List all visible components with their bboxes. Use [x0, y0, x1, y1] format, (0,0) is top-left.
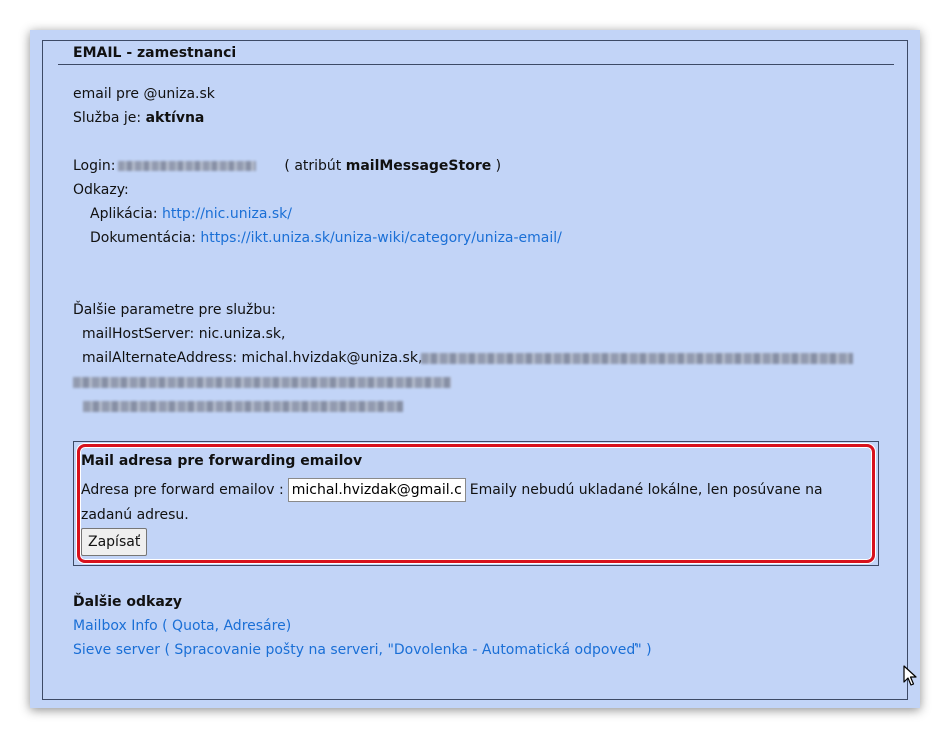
service-status-value: aktívna: [145, 110, 205, 126]
param-alternate-address-label: mailAlternateAddress: michal.hvizdak@uni…: [82, 350, 423, 366]
login-note-suffix: ): [491, 158, 502, 174]
redacted-addresses-2: [73, 377, 451, 388]
title-divider: [58, 64, 894, 65]
login-value-redacted: [117, 161, 256, 171]
sieve-server-line: Sieve server ( Spracovanie pošty na serv…: [73, 641, 652, 659]
mailbox-info-line: Mailbox Info ( Quota, Adresáre): [73, 617, 291, 635]
forwarding-note: Emaily nebudú ukladané lokálne, len posú…: [469, 482, 823, 498]
login-line: Login: ( atribút mailMessageStore ): [73, 157, 501, 175]
sieve-server-link[interactable]: Sieve server ( Spracovanie pošty na serv…: [73, 642, 652, 658]
forwarding-title: Mail adresa pre forwarding emailov: [81, 453, 363, 469]
doc-link-line: Dokumentácia: https://ikt.uniza.sk/uniza…: [90, 229, 562, 247]
doc-link[interactable]: https://ikt.uniza.sk/uniza-wiki/category…: [200, 230, 561, 246]
mailbox-info-link[interactable]: Mailbox Info ( Quota, Adresáre): [73, 618, 291, 634]
save-button[interactable]: Zapísať: [81, 528, 148, 556]
email-domain-line: email pre @uniza.sk: [73, 86, 215, 102]
email-panel: EMAIL - zamestnanci email pre @uniza.sk …: [42, 40, 908, 700]
params-heading: Ďalšie parametre pre službu:: [73, 302, 276, 318]
more-links-heading: Ďalšie odkazy: [73, 594, 183, 610]
login-label: Login:: [73, 158, 116, 174]
doc-link-label: Dokumentácia:: [90, 230, 201, 246]
panel-title: EMAIL - zamestnanci: [73, 45, 237, 61]
login-note-attribute: mailMessageStore: [345, 158, 492, 174]
param-host-server: mailHostServer: nic.uniza.sk,: [82, 326, 286, 342]
forwarding-label: Adresa pre forward emailov :: [81, 482, 284, 498]
links-label: Odkazy:: [73, 182, 129, 198]
login-note-prefix: ( atribút: [284, 158, 346, 174]
service-status-line: Služba je: aktívna: [73, 109, 204, 127]
redacted-addresses-3: [83, 401, 403, 412]
service-status-label: Služba je:: [73, 110, 146, 126]
app-link-line: Aplikácia: http://nic.uniza.sk/: [90, 205, 292, 223]
mouse-pointer-icon: [903, 665, 917, 686]
forwarding-note-continued: zadanú adresu.: [81, 507, 189, 523]
forwarding-row: Adresa pre forward emailov : Emaily nebu…: [81, 478, 823, 502]
app-link-label: Aplikácia:: [90, 206, 163, 222]
forwarding-email-input[interactable]: [287, 478, 466, 502]
app-link[interactable]: http://nic.uniza.sk/: [162, 206, 292, 222]
redacted-addresses-1: [421, 353, 853, 364]
param-alternate-address: mailAlternateAddress: michal.hvizdak@uni…: [82, 349, 422, 367]
